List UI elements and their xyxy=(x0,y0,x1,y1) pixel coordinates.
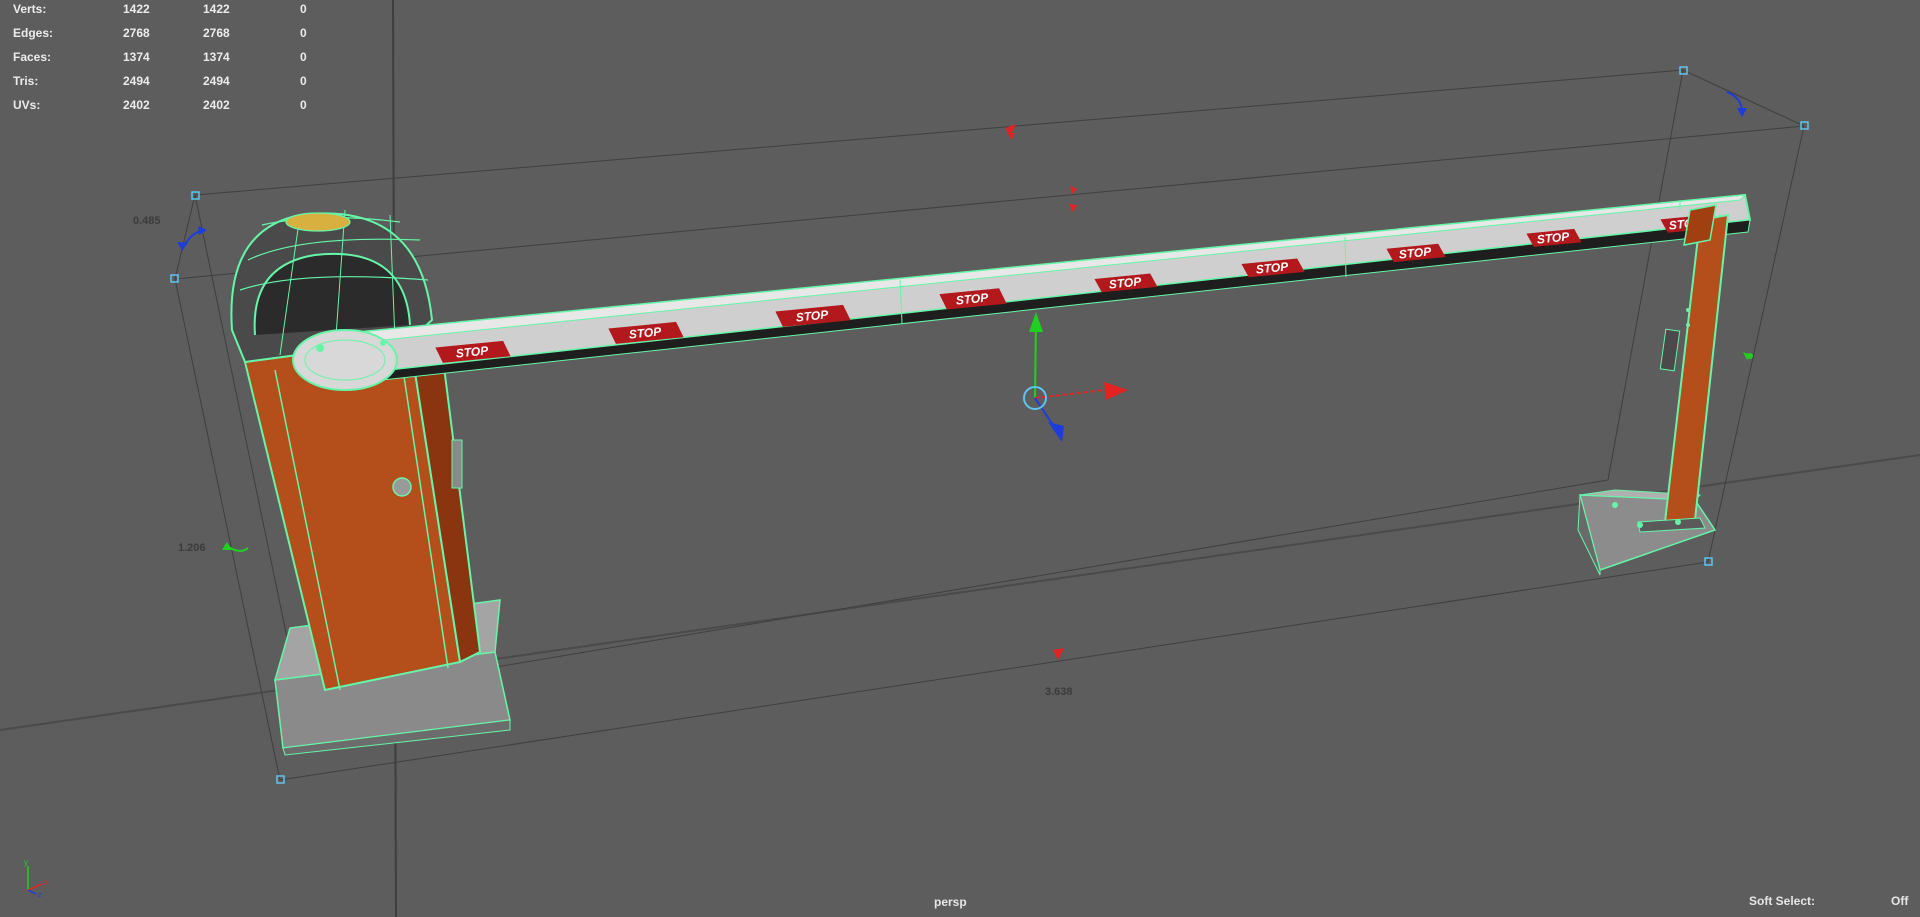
stat-value: 2494 xyxy=(123,74,150,88)
camera-name-label: persp xyxy=(934,895,967,909)
stat-value: 1422 xyxy=(123,2,150,16)
support-post[interactable] xyxy=(1577,204,1730,576)
stat-value: 2768 xyxy=(123,26,150,40)
dimension-depth-label: 1.206 xyxy=(178,542,206,554)
gizmo-x-arrow xyxy=(1104,382,1128,400)
stat-row-tris: Tris: 2494 2494 0 xyxy=(13,72,313,96)
stat-value: 1374 xyxy=(123,50,150,64)
scene-canvas[interactable]: STOP STOP STOP STOP STOP STOP STOP STOP … xyxy=(0,0,1920,917)
axis-z-label: z xyxy=(38,892,42,898)
stat-value: 0 xyxy=(300,2,307,16)
stat-value: 2402 xyxy=(123,98,150,112)
soft-select-value: Off xyxy=(1891,894,1909,908)
axis-x-label: x xyxy=(44,878,48,887)
stat-value: 2768 xyxy=(203,26,230,40)
barrier-arm[interactable] xyxy=(292,193,1752,391)
stat-label: Edges: xyxy=(13,26,54,40)
stat-value: 0 xyxy=(300,98,307,112)
gizmo-z-arrow xyxy=(1048,422,1064,442)
soft-select-label: Soft Select: xyxy=(1749,894,1816,908)
stat-value: 1422 xyxy=(203,2,230,16)
stat-value: 0 xyxy=(300,74,307,88)
stat-value: 1374 xyxy=(203,50,230,64)
stat-row-edges: Edges: 2768 2768 0 xyxy=(13,24,313,48)
stat-row-verts: Verts: 1422 1422 0 xyxy=(13,0,313,24)
stat-row-uvs: UVs: 2402 2402 0 xyxy=(13,96,313,120)
view-axis-indicator: y x z xyxy=(24,858,48,898)
stat-value: 0 xyxy=(300,50,307,64)
gizmo-z-axis xyxy=(1034,397,1054,426)
stat-value: 2402 xyxy=(203,98,230,112)
move-gizmo[interactable] xyxy=(1023,312,1128,442)
stat-row-faces: Faces: 1374 1374 0 xyxy=(13,48,313,72)
dimension-width-label: 3.638 xyxy=(1045,686,1073,698)
gizmo-y-arrow xyxy=(1029,312,1043,332)
poly-count-hud: Verts: 1422 1422 0 Edges: 2768 2768 0 Fa… xyxy=(13,0,313,120)
stat-label: UVs: xyxy=(13,98,41,112)
stat-label: Tris: xyxy=(13,74,39,88)
axis-y-label: y xyxy=(24,858,28,867)
dimension-height-label: 0.485 xyxy=(133,215,161,227)
stat-label: Verts: xyxy=(13,2,47,16)
viewport-3d[interactable]: STOP STOP STOP STOP STOP STOP STOP STOP … xyxy=(0,0,1920,917)
stat-label: Faces: xyxy=(13,50,52,64)
stat-value: 0 xyxy=(300,26,307,40)
stat-value: 2494 xyxy=(203,74,230,88)
